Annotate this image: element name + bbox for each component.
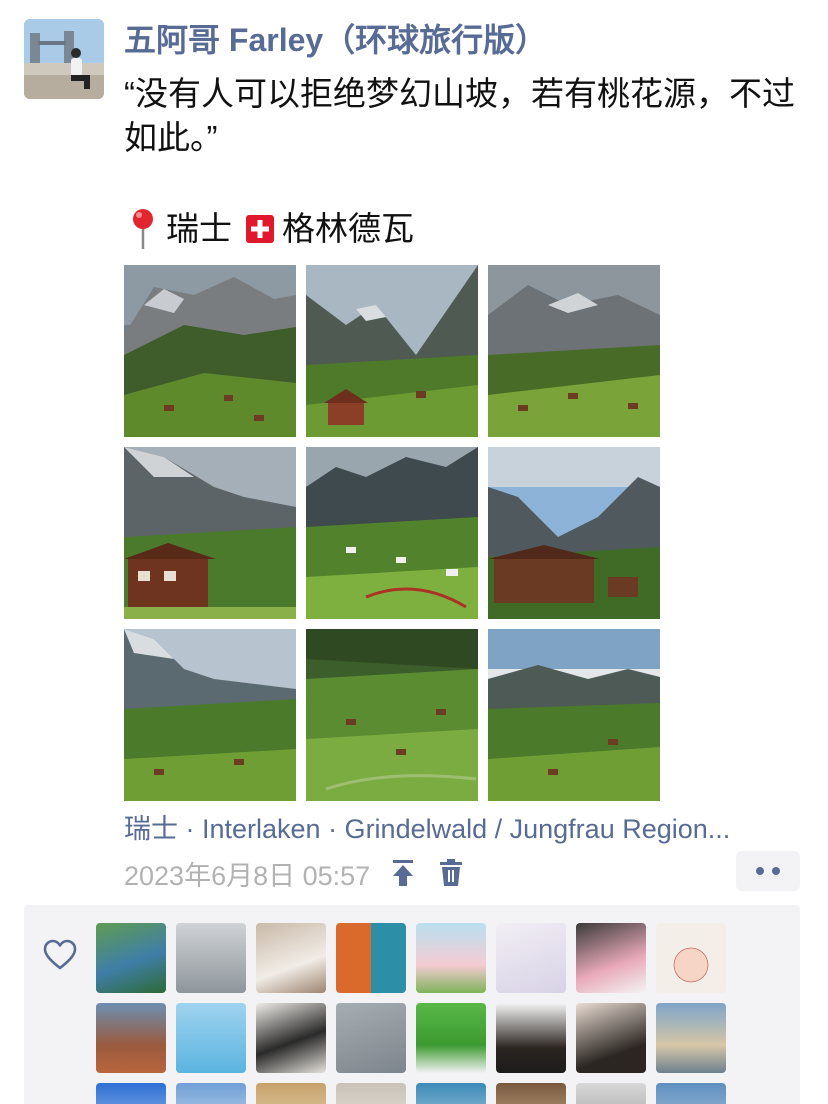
likes-panel	[24, 905, 800, 1104]
avatar-image	[24, 19, 104, 99]
liker-avatar[interactable]	[256, 923, 326, 993]
liker-avatar[interactable]	[496, 923, 566, 993]
mountain-village-photo	[306, 447, 478, 619]
photo-7[interactable]	[124, 629, 296, 801]
mountain-valley-photo	[124, 629, 296, 801]
liker-avatar[interactable]	[576, 1083, 646, 1104]
location-country: 瑞士	[166, 210, 232, 247]
post-meta-row: 2023年6月8日 05:57	[124, 851, 800, 891]
liker-avatar[interactable]	[336, 923, 406, 993]
liker-avatar[interactable]	[256, 1083, 326, 1104]
author-avatar[interactable]	[24, 19, 104, 99]
mountain-village-photo	[124, 265, 296, 437]
mountain-village-photo	[488, 265, 660, 437]
author-name[interactable]: 五阿哥 Farley（环球旅行版）	[124, 20, 547, 60]
liker-avatar[interactable]	[576, 923, 646, 993]
more-dots-icon[interactable]	[736, 851, 800, 891]
pin-to-top-icon[interactable]	[388, 856, 418, 890]
liker-avatar[interactable]	[256, 1003, 326, 1073]
liker-avatar[interactable]	[176, 1003, 246, 1073]
photo-5[interactable]	[306, 447, 478, 619]
liker-avatar[interactable]	[656, 923, 726, 993]
photo-4[interactable]	[124, 447, 296, 619]
photo-2[interactable]	[306, 265, 478, 437]
liker-avatar[interactable]	[96, 1003, 166, 1073]
post-timestamp: 2023年6月8日 05:57	[124, 860, 371, 891]
post-text: “没有人可以拒绝梦幻山坡，若有桃花源，不过如此。”	[124, 75, 795, 156]
liker-avatar[interactable]	[336, 1003, 406, 1073]
mountain-valley-photo	[488, 629, 660, 801]
liker-avatar[interactable]	[416, 1003, 486, 1073]
trash-icon[interactable]	[436, 856, 466, 890]
swiss-flag-icon	[246, 215, 274, 243]
liker-avatar[interactable]	[416, 923, 486, 993]
mountain-chalet-photo	[124, 447, 296, 619]
location-link[interactable]: 瑞士 · Interlaken · Grindelwald / Jungfrau…	[124, 812, 730, 846]
photo-6[interactable]	[488, 447, 660, 619]
liker-avatar[interactable]	[496, 1083, 566, 1104]
liker-avatar[interactable]	[96, 1083, 166, 1104]
photo-grid	[124, 265, 660, 801]
liker-avatars	[96, 923, 726, 1104]
liker-avatar[interactable]	[656, 1083, 726, 1104]
mountain-valley-photo	[306, 629, 478, 801]
photo-1[interactable]	[124, 265, 296, 437]
round-pushpin-icon	[128, 207, 158, 251]
mountain-village-photo	[306, 265, 478, 437]
heart-outline-icon	[43, 939, 77, 971]
liker-avatar[interactable]	[416, 1083, 486, 1104]
photo-8[interactable]	[306, 629, 478, 801]
liker-avatar[interactable]	[336, 1083, 406, 1104]
liker-avatar[interactable]	[96, 923, 166, 993]
liker-avatar[interactable]	[576, 1003, 646, 1073]
location-line: 瑞士 格林德瓦	[128, 207, 414, 251]
photo-9[interactable]	[488, 629, 660, 801]
dot	[772, 867, 780, 875]
location-place: 格林德瓦	[282, 210, 414, 247]
dot	[756, 867, 764, 875]
liker-avatar[interactable]	[176, 923, 246, 993]
mountain-chalet-photo	[488, 447, 660, 619]
liker-avatar[interactable]	[496, 1003, 566, 1073]
photo-3[interactable]	[488, 265, 660, 437]
liker-avatar[interactable]	[656, 1003, 726, 1073]
liker-avatar[interactable]	[176, 1083, 246, 1104]
